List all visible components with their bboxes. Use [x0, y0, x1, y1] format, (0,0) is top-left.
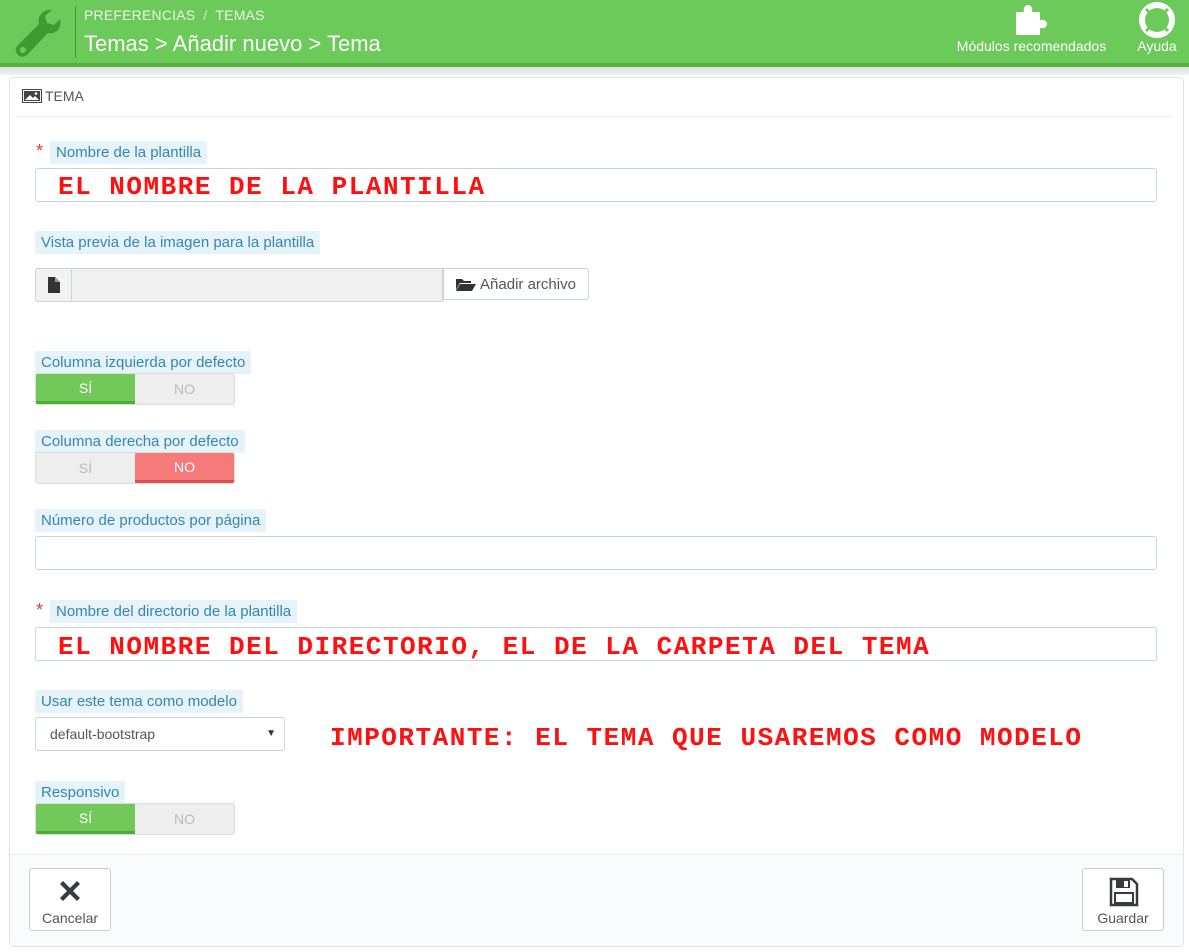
page-title: Temas > Añadir nuevo > Tema	[84, 31, 381, 56]
panel-footer	[10, 855, 1183, 946]
right-column-yes[interactable]: SÍ	[36, 453, 135, 483]
recommended-modules-label: Módulos recomendados	[956, 38, 1107, 54]
template-name-annotation: EL NOMBRE DE LA PLANTILLA	[58, 172, 486, 202]
responsive-no[interactable]: NO	[135, 804, 234, 834]
preview-image-upload: Añadir archivo	[35, 268, 589, 302]
responsive-yes[interactable]: SÍ	[36, 804, 135, 834]
breadcrumb: PREFERENCIAS / TEMAS	[84, 7, 265, 23]
required-marker: *	[36, 600, 44, 620]
lifebuoy-icon	[1139, 2, 1175, 38]
panel-heading-label: TEMA	[45, 88, 84, 104]
floppy-disk-icon	[1109, 877, 1139, 907]
save-button[interactable]: Guardar	[1082, 868, 1164, 931]
puzzle-icon	[1016, 5, 1047, 35]
breadcrumb-separator: /	[203, 7, 208, 23]
help-button[interactable]: Ayuda	[1129, 0, 1185, 63]
responsive-switch: SÍ NO	[35, 803, 235, 835]
right-column-no[interactable]: NO	[135, 453, 234, 483]
left-column-label: Columna izquierda por defecto	[35, 351, 252, 374]
recommended-modules-button[interactable]: Módulos recomendados	[944, 0, 1119, 63]
cancel-label: Cancelar	[41, 910, 99, 926]
preview-image-label: Vista previa de la imagen para la planti…	[35, 231, 321, 254]
left-column-switch: SÍ NO	[35, 373, 235, 405]
header-divider	[75, 6, 76, 58]
help-label: Ayuda	[1137, 38, 1177, 54]
right-column-label: Columna derecha por defecto	[35, 430, 245, 453]
add-file-button[interactable]: Añadir archivo	[443, 268, 589, 300]
products-per-page-label: Número de productos por página	[35, 509, 267, 532]
breadcrumb-item-themes[interactable]: TEMAS	[215, 7, 264, 23]
model-theme-label: Usar este tema como modelo	[35, 690, 243, 713]
model-theme-selected: default-bootstrap	[50, 726, 156, 742]
save-label: Guardar	[1097, 910, 1149, 926]
required-marker: *	[36, 141, 44, 161]
template-name-label: Nombre de la plantilla	[50, 141, 208, 164]
picture-icon	[22, 89, 42, 103]
cancel-button[interactable]: Cancelar	[29, 868, 111, 931]
model-theme-annotation: IMPORTANTE: EL TEMA QUE USAREMOS COMO MO…	[330, 723, 1083, 753]
left-column-no[interactable]: NO	[135, 374, 234, 404]
panel-heading: TEMA	[22, 88, 84, 104]
add-file-label: Añadir archivo	[480, 275, 576, 293]
breadcrumb-item-preferences[interactable]: PREFERENCIAS	[84, 7, 195, 23]
caret-down-icon: ▼	[266, 728, 276, 739]
products-per-page-input[interactable]	[35, 536, 1157, 570]
file-icon	[35, 268, 71, 302]
responsive-label: Responsivo	[35, 781, 126, 804]
file-name-field[interactable]	[71, 268, 443, 302]
model-theme-select[interactable]: default-bootstrap ▼	[35, 717, 285, 751]
wrench-icon	[15, 9, 61, 57]
right-column-switch: SÍ NO	[35, 452, 235, 484]
directory-name-annotation: EL NOMBRE DEL DIRECTORIO, EL DE LA CARPE…	[58, 632, 931, 662]
folder-open-icon	[456, 279, 477, 291]
panel-heading-divider	[16, 116, 1173, 117]
header-shadow	[0, 67, 1189, 75]
directory-name-label: Nombre del directorio de la plantilla	[50, 600, 298, 623]
close-icon	[60, 881, 80, 901]
top-header: PREFERENCIAS / TEMAS Temas > Añadir nuevo …	[0, 0, 1189, 63]
left-column-yes[interactable]: SÍ	[36, 374, 135, 404]
